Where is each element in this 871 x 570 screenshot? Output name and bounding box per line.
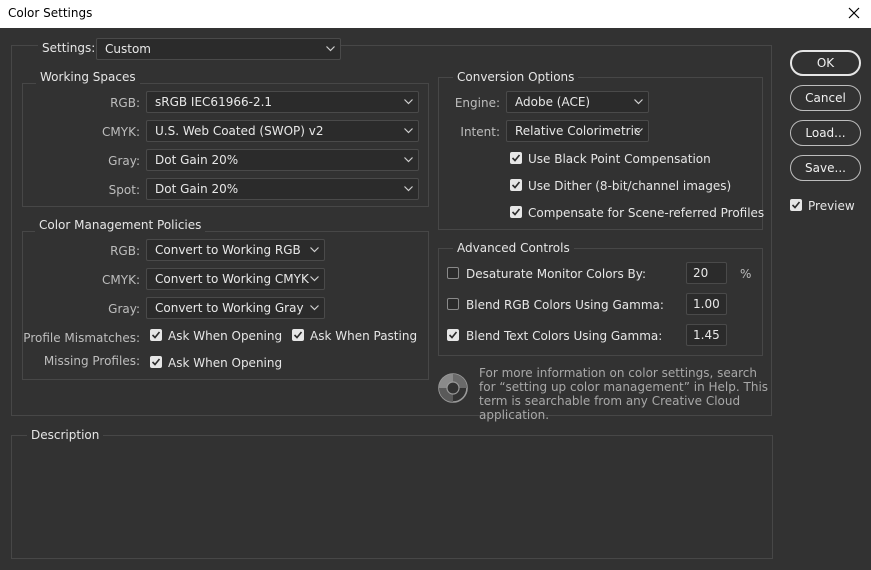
ws-rgb-dropdown[interactable]: sRGB IEC61966-2.1	[146, 91, 419, 113]
policy-cmyk-label: CMYK:	[102, 273, 140, 287]
policy-rgb-dropdown[interactable]: Convert to Working RGB	[146, 239, 325, 261]
preview-label[interactable]: Preview	[808, 199, 855, 213]
ws-cmyk-label: CMYK:	[102, 125, 140, 139]
window-title: Color Settings	[8, 6, 93, 20]
working-spaces-title: Working Spaces	[36, 70, 140, 84]
ws-spot-label: Spot:	[108, 183, 140, 197]
settings-value: Custom	[105, 42, 151, 56]
desaturate-label[interactable]: Desaturate Monitor Colors By:	[466, 267, 646, 281]
chevron-down-icon	[404, 157, 413, 163]
chevron-down-icon	[310, 247, 319, 253]
policy-cmyk-value: Convert to Working CMYK	[155, 272, 309, 286]
ws-gray-value: Dot Gain 20%	[155, 153, 239, 167]
mismatch-opening-checkbox[interactable]	[150, 329, 162, 341]
intent-label: Intent:	[460, 125, 500, 139]
chevron-down-icon	[634, 128, 643, 134]
title-bar: Color Settings	[0, 0, 871, 28]
cancel-button[interactable]: Cancel	[790, 85, 861, 111]
ws-gray-dropdown[interactable]: Dot Gain 20%	[146, 149, 419, 171]
chevron-down-icon	[404, 99, 413, 105]
profile-mismatches-label: Profile Mismatches:	[23, 331, 140, 345]
policies-title: Color Management Policies	[35, 218, 206, 232]
mismatch-opening-label[interactable]: Ask When Opening	[168, 329, 282, 343]
policy-gray-label: Gray:	[108, 302, 140, 316]
mismatch-pasting-label[interactable]: Ask When Pasting	[310, 329, 417, 343]
intent-dropdown[interactable]: Relative Colorimetric	[506, 120, 649, 142]
black-point-checkbox[interactable]	[510, 152, 522, 164]
desaturate-input[interactable]: 20	[686, 262, 727, 284]
ws-spot-value: Dot Gain 20%	[155, 182, 239, 196]
description-group	[11, 435, 773, 559]
chevron-down-icon	[404, 128, 413, 134]
black-point-label[interactable]: Use Black Point Compensation	[528, 152, 711, 166]
dither-label[interactable]: Use Dither (8-bit/channel images)	[528, 179, 731, 193]
load-button[interactable]: Load...	[790, 120, 861, 146]
ok-button[interactable]: OK	[790, 50, 861, 76]
desaturate-checkbox[interactable]	[447, 267, 459, 279]
policy-rgb-value: Convert to Working RGB	[155, 243, 301, 257]
chevron-down-icon	[404, 186, 413, 192]
chevron-down-icon	[310, 276, 319, 282]
chevron-down-icon	[310, 305, 319, 311]
scene-referred-checkbox[interactable]	[510, 206, 522, 218]
preview-checkbox[interactable]	[790, 199, 802, 211]
scene-referred-label[interactable]: Compensate for Scene-referred Profiles	[528, 206, 764, 220]
close-icon[interactable]	[843, 2, 865, 24]
info-text: For more information on color settings, …	[479, 366, 769, 422]
desaturate-unit: %	[740, 267, 752, 281]
blend-rgb-input[interactable]: 1.00	[686, 293, 727, 315]
dither-checkbox[interactable]	[510, 179, 522, 191]
settings-label: Settings:	[38, 41, 100, 55]
advanced-controls-title: Advanced Controls	[453, 241, 574, 255]
intent-value: Relative Colorimetric	[515, 124, 641, 138]
engine-label: Engine:	[454, 96, 500, 110]
conversion-options-title: Conversion Options	[453, 70, 579, 84]
engine-dropdown[interactable]: Adobe (ACE)	[506, 91, 649, 113]
policy-gray-dropdown[interactable]: Convert to Working Gray	[146, 297, 325, 319]
missing-opening-checkbox[interactable]	[150, 356, 162, 368]
description-title: Description	[27, 428, 104, 442]
ws-rgb-label: RGB:	[110, 96, 140, 110]
policy-rgb-label: RGB:	[110, 244, 140, 258]
blend-text-input[interactable]: 1.45	[686, 324, 727, 346]
ws-spot-dropdown[interactable]: Dot Gain 20%	[146, 178, 419, 200]
blend-text-checkbox[interactable]	[447, 329, 459, 341]
ws-cmyk-dropdown[interactable]: U.S. Web Coated (SWOP) v2	[146, 120, 419, 142]
ws-cmyk-value: U.S. Web Coated (SWOP) v2	[155, 124, 324, 138]
blend-text-label[interactable]: Blend Text Colors Using Gamma:	[466, 329, 662, 343]
policy-gray-value: Convert to Working Gray	[155, 301, 304, 315]
engine-value: Adobe (ACE)	[515, 95, 591, 109]
ws-gray-label: Gray:	[108, 154, 140, 168]
chevron-down-icon	[326, 46, 335, 52]
settings-dropdown[interactable]: Custom	[96, 38, 341, 60]
blend-rgb-checkbox[interactable]	[447, 298, 459, 310]
chevron-down-icon	[634, 99, 643, 105]
missing-profiles-label: Missing Profiles:	[43, 354, 140, 368]
save-button[interactable]: Save...	[790, 155, 861, 181]
missing-opening-label[interactable]: Ask When Opening	[168, 356, 282, 370]
blend-rgb-label[interactable]: Blend RGB Colors Using Gamma:	[466, 298, 664, 312]
policy-cmyk-dropdown[interactable]: Convert to Working CMYK	[146, 268, 325, 290]
ws-rgb-value: sRGB IEC61966-2.1	[155, 95, 273, 109]
color-wheel-icon	[437, 372, 469, 404]
mismatch-pasting-checkbox[interactable]	[292, 329, 304, 341]
